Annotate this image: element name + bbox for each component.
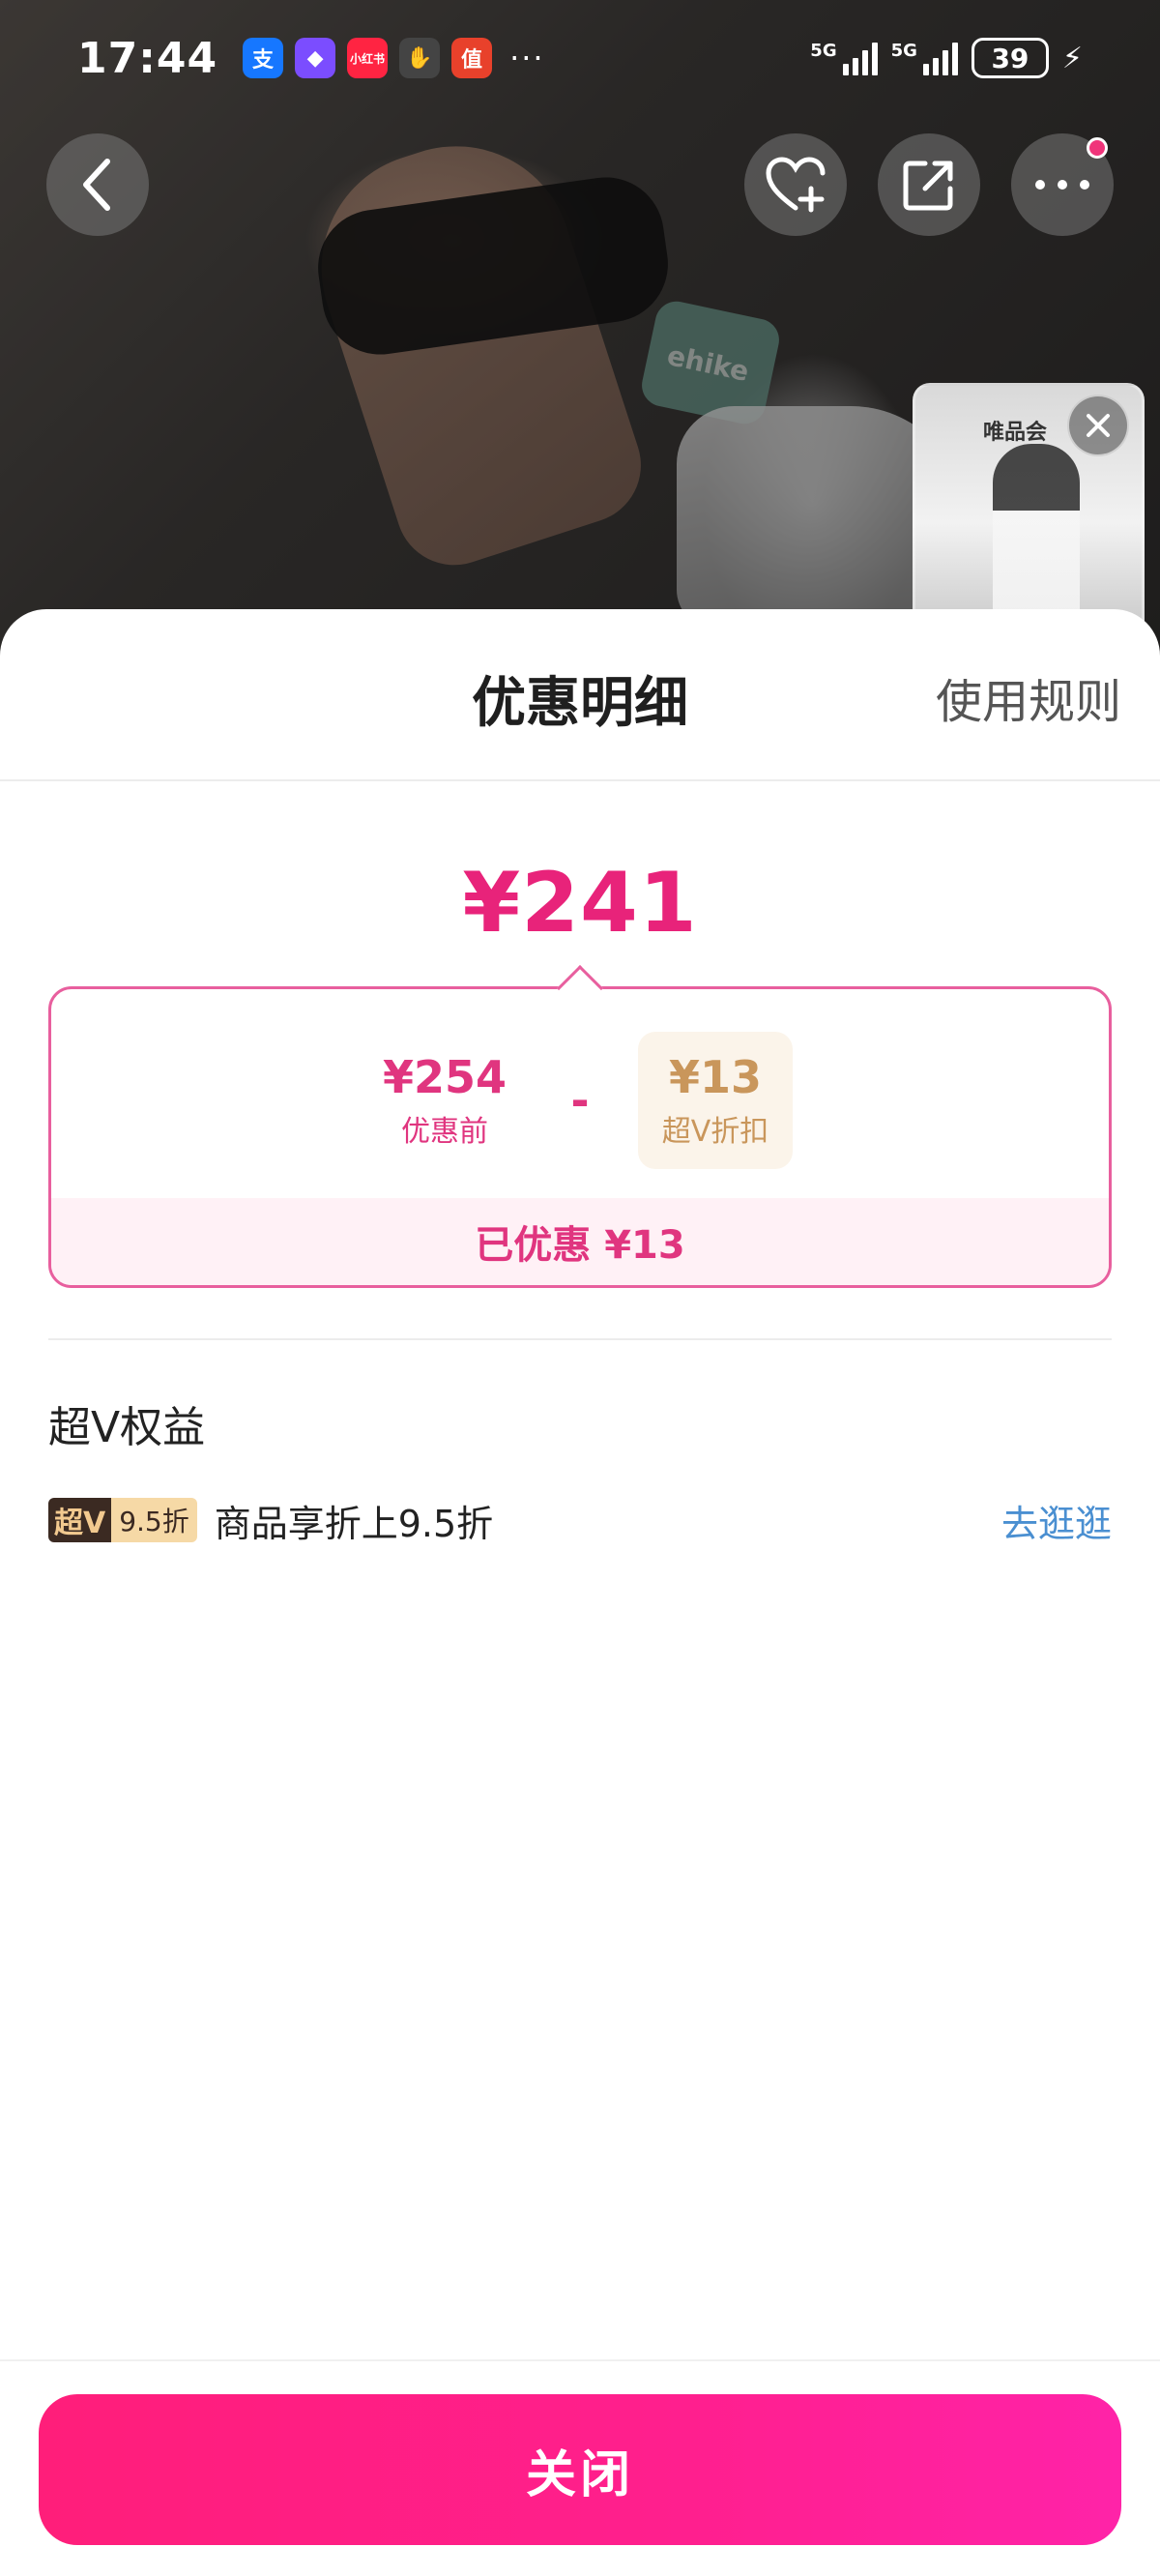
more-dots-icon	[1035, 180, 1089, 190]
xiaohongshu-icon: 小红书	[347, 38, 389, 78]
original-price-label: 优惠前	[401, 1115, 488, 1149]
original-price-item: ¥254 优惠前	[367, 1051, 522, 1150]
footer-divider	[0, 2359, 1160, 2361]
more-button[interactable]	[1011, 133, 1114, 236]
status-time: 17:44	[77, 33, 218, 83]
heart-plus-icon	[766, 157, 826, 213]
super-v-badge: 超V 9.5折	[48, 1498, 197, 1542]
mini-video-close-button[interactable]	[1067, 395, 1129, 456]
price-calculation-box: ¥254 优惠前 - ¥13 超V折扣 已优惠 ¥13	[48, 986, 1112, 1288]
minus-sign: -	[570, 1074, 590, 1127]
usage-rules-link[interactable]: 使用规则	[936, 663, 1121, 731]
chevron-left-icon	[83, 159, 110, 211]
back-button[interactable]	[46, 133, 149, 236]
close-button[interactable]: 关闭	[39, 2394, 1121, 2545]
close-icon	[1087, 414, 1110, 437]
signal-icon: 5G	[891, 41, 958, 75]
discount-label: 超V折扣	[661, 1115, 769, 1149]
share-icon	[903, 161, 953, 211]
sheet-header: 优惠明细 使用规则	[0, 609, 1160, 781]
benefits-section-title: 超V权益	[48, 1403, 206, 1452]
price-calculation-row: ¥254 优惠前 - ¥13 超V折扣	[51, 1028, 1109, 1173]
super-v-badge-main: 超V	[48, 1498, 112, 1542]
purple-app-icon: ◆	[295, 38, 336, 78]
saved-amount-text: 已优惠 ¥13	[475, 1223, 685, 1268]
super-v-badge-discount: 9.5折	[111, 1498, 197, 1542]
section-divider	[48, 1338, 1112, 1340]
share-button[interactable]	[878, 133, 980, 236]
saved-amount-bar: 已优惠 ¥13	[51, 1198, 1109, 1285]
favorite-button[interactable]	[744, 133, 847, 236]
discount-detail-sheet: 优惠明细 使用规则 ¥241 ¥254 优惠前 - ¥13 超V折扣 已优惠 ¥…	[0, 609, 1160, 2576]
benefit-description: 商品享折上9.5折	[214, 1502, 494, 1545]
alipay-icon: 支	[243, 38, 284, 78]
hand-app-icon: ✋	[399, 38, 441, 78]
discount-amount: ¥13	[668, 1051, 763, 1103]
more-notifications-icon: ···	[509, 40, 545, 76]
original-price: ¥254	[382, 1051, 508, 1103]
final-price: ¥241	[462, 855, 698, 951]
status-bar: 17:44 支 ◆ 小红书 ✋ 值 ··· 5G 5G 39 ⚡	[0, 0, 1160, 116]
super-v-discount-item: ¥13 超V折扣	[638, 1032, 793, 1169]
notification-dot	[1087, 137, 1108, 159]
go-shopping-link[interactable]: 去逛逛	[1001, 1494, 1112, 1547]
benefit-row: 超V 9.5折 商品享折上9.5折 去逛逛	[48, 1491, 1112, 1549]
mini-video-label: 唯品会	[983, 421, 1048, 445]
signal-icon: 5G	[810, 41, 878, 75]
battery-icon: 39	[971, 38, 1049, 78]
charging-icon: ⚡	[1061, 41, 1083, 75]
zhide-icon: 值	[451, 38, 493, 78]
